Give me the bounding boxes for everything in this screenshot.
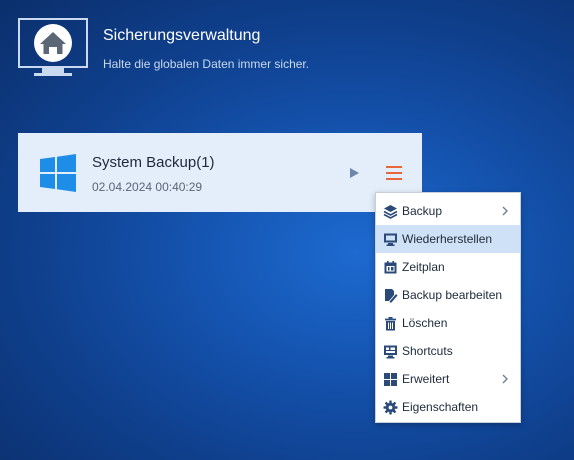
- menu-item-erweitert[interactable]: Erweitert: [376, 365, 520, 393]
- trash-icon: [382, 315, 398, 331]
- menu-item-wiederherstellen[interactable]: Wiederherstellen: [376, 225, 520, 253]
- menu-item-label: Wiederherstellen: [402, 232, 493, 246]
- chevron-right-icon: [502, 206, 508, 216]
- menu-item-backup-bearbeiten[interactable]: Backup bearbeiten: [376, 281, 520, 309]
- monitor-home-icon: [18, 18, 88, 76]
- menu-item-backup[interactable]: Backup: [376, 197, 520, 225]
- play-button[interactable]: [347, 165, 361, 181]
- context-menu: Backup Wiederherstellen Zeitplan Backup …: [375, 192, 521, 423]
- calendar-icon: [382, 259, 398, 275]
- layers-icon: [382, 203, 398, 219]
- restore-monitor-icon: [382, 231, 398, 247]
- chevron-right-icon: [502, 374, 508, 384]
- backup-date: 02.04.2024 00:40:29: [92, 180, 203, 194]
- menu-item-label: Löschen: [402, 316, 448, 330]
- gear-icon: [382, 399, 398, 415]
- page-subtitle: Halte die globalen Daten immer sicher.: [103, 57, 310, 71]
- menu-item-zeitplan[interactable]: Zeitplan: [376, 253, 520, 281]
- menu-item-label: Backup bearbeiten: [402, 288, 503, 302]
- backup-name: System Backup(1): [92, 154, 215, 171]
- grid-icon: [382, 371, 398, 387]
- menu-item-shortcuts[interactable]: Shortcuts: [376, 337, 520, 365]
- backup-card[interactable]: System Backup(1) 02.04.2024 00:40:29: [18, 133, 422, 212]
- shortcuts-icon: [382, 343, 398, 359]
- menu-item-label: Shortcuts: [402, 344, 453, 358]
- edit-file-icon: [382, 287, 398, 303]
- menu-item-label: Erweitert: [402, 372, 450, 386]
- menu-item-label: Backup: [402, 204, 443, 218]
- menu-item-label: Eigenschaften: [402, 400, 479, 414]
- menu-item-loeschen[interactable]: Löschen: [376, 309, 520, 337]
- menu-item-label: Zeitplan: [402, 260, 445, 274]
- hamburger-menu-button[interactable]: [383, 162, 405, 184]
- page-title: Sicherungsverwaltung: [103, 27, 261, 44]
- windows-logo-icon: [40, 154, 76, 192]
- menu-item-eigenschaften[interactable]: Eigenschaften: [376, 393, 520, 421]
